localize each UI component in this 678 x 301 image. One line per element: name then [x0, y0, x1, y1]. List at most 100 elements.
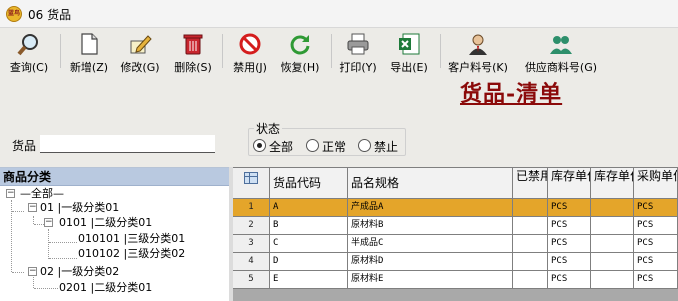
- printer-icon: [347, 33, 369, 55]
- supplier-part-no-button[interactable]: 供应商料号(G): [518, 30, 604, 74]
- title-bar: 蓝鸟 06 货品: [0, 0, 678, 28]
- col-header-code[interactable]: 货品代码: [270, 168, 348, 199]
- cell-disabled[interactable]: [513, 217, 548, 235]
- grid-header-row: 货品代码 品名规格 已禁用 库存单位 库存单位2 采购单位: [233, 168, 678, 199]
- cell-code[interactable]: A: [270, 199, 348, 217]
- query-button[interactable]: 查询(C): [6, 30, 52, 74]
- cell-unit[interactable]: PCS: [548, 253, 591, 271]
- new-button[interactable]: 新增(Z): [66, 30, 112, 74]
- cell-name[interactable]: 原材料D: [348, 253, 513, 271]
- table-row[interactable]: 3 C 半成品C PCS PCS: [233, 235, 678, 253]
- tree-collapse-toggle[interactable]: −: [44, 218, 53, 227]
- cell-disabled[interactable]: [513, 253, 548, 271]
- row-number: 5: [233, 271, 270, 289]
- cell-name[interactable]: 原材料E: [348, 271, 513, 289]
- tree-node-all[interactable]: —全部—: [20, 187, 64, 200]
- cell-disabled[interactable]: [513, 235, 548, 253]
- status-caption: 状态: [254, 120, 283, 137]
- col-header-unit[interactable]: 库存单位: [548, 168, 591, 199]
- status-radio-normal[interactable]: 正常: [306, 138, 352, 154]
- tree-guide: [12, 272, 24, 273]
- status-radio-all[interactable]: 全部: [253, 138, 299, 154]
- edit-pencil-icon: [130, 35, 152, 54]
- grid-corner[interactable]: [233, 168, 270, 199]
- table-row[interactable]: 5 E 原材料E PCS PCS: [233, 271, 678, 289]
- cell-disabled[interactable]: [513, 271, 548, 289]
- refresh-icon: [290, 35, 310, 55]
- tree-guide: [12, 211, 24, 212]
- tree-node-level3[interactable]: 010101 |三级分类01: [78, 232, 185, 245]
- cell-code[interactable]: D: [270, 253, 348, 271]
- cell-unit2[interactable]: [591, 271, 634, 289]
- tree-collapse-toggle[interactable]: −: [28, 203, 37, 212]
- tree-node-level2[interactable]: 0101 |二级分类01: [59, 216, 152, 229]
- col-header-purchase-unit[interactable]: 采购单位: [634, 168, 678, 199]
- cell-unit[interactable]: PCS: [548, 271, 591, 289]
- tree-guide: [49, 258, 77, 259]
- item-filter-input[interactable]: [40, 135, 215, 153]
- category-panel-title: 商品分类: [0, 168, 229, 186]
- print-button[interactable]: 打印(Y): [335, 30, 381, 74]
- tree-guide: [49, 242, 77, 243]
- delete-button-label: 删除(S): [174, 61, 212, 74]
- cell-purchase-unit[interactable]: PCS: [634, 271, 678, 289]
- cell-unit[interactable]: PCS: [548, 217, 591, 235]
- print-button-label: 打印(Y): [339, 61, 377, 74]
- cell-unit[interactable]: PCS: [548, 199, 591, 217]
- cell-name[interactable]: 原材料B: [348, 217, 513, 235]
- cell-name[interactable]: 产成品A: [348, 199, 513, 217]
- prohibited-icon: [239, 33, 261, 55]
- customer-part-no-button[interactable]: 客户料号(K): [444, 30, 512, 74]
- cell-purchase-unit[interactable]: PCS: [634, 199, 678, 217]
- page-title: 货品-清单: [460, 81, 563, 107]
- table-row[interactable]: 4 D 原材料D PCS PCS: [233, 253, 678, 271]
- cell-code[interactable]: C: [270, 235, 348, 253]
- cell-unit2[interactable]: [591, 199, 634, 217]
- cell-unit[interactable]: PCS: [548, 235, 591, 253]
- disable-button[interactable]: 禁用(J): [228, 30, 272, 74]
- table-row[interactable]: 1 A 产成品A PCS PCS: [233, 199, 678, 217]
- tree-collapse-toggle[interactable]: −: [6, 189, 15, 198]
- cell-purchase-unit[interactable]: PCS: [634, 217, 678, 235]
- tree-node-level1[interactable]: 02 |一级分类02: [40, 265, 119, 278]
- grid-settings-icon: [244, 172, 258, 184]
- delete-button[interactable]: 删除(S): [169, 30, 217, 74]
- magnifier-icon: [17, 34, 38, 56]
- table-row[interactable]: 2 B 原材料B PCS PCS: [233, 217, 678, 235]
- cell-unit2[interactable]: [591, 235, 634, 253]
- export-button-label: 导出(E): [390, 61, 428, 74]
- window-title: 06 货品: [28, 8, 72, 22]
- toolbar-separator: [60, 34, 61, 68]
- cell-unit2[interactable]: [591, 217, 634, 235]
- cell-code[interactable]: E: [270, 271, 348, 289]
- tree-node-level3[interactable]: 010102 |三级分类02: [78, 247, 185, 260]
- cell-purchase-unit[interactable]: PCS: [634, 253, 678, 271]
- cell-name[interactable]: 半成品C: [348, 235, 513, 253]
- radio-dot: [306, 139, 319, 152]
- status-radio-all-label: 全部: [269, 140, 294, 154]
- new-button-label: 新增(Z): [69, 61, 109, 74]
- export-button[interactable]: 导出(E): [386, 30, 432, 74]
- row-number: 3: [233, 235, 270, 253]
- col-header-disabled[interactable]: 已禁用: [513, 168, 548, 199]
- category-panel: 商品分类 − —全部— − 01 |一级分类01 − 0101 |二级分类01 …: [0, 167, 229, 301]
- edit-button[interactable]: 修改(G): [116, 30, 164, 74]
- cell-code[interactable]: B: [270, 217, 348, 235]
- tree-node-level1[interactable]: 01 |一级分类01: [40, 201, 119, 214]
- tree-guide: [34, 288, 58, 289]
- cell-unit2[interactable]: [591, 253, 634, 271]
- cell-disabled[interactable]: [513, 199, 548, 217]
- col-header-name[interactable]: 品名规格: [348, 168, 513, 199]
- excel-icon: [399, 33, 420, 55]
- restore-button[interactable]: 恢复(H): [276, 30, 324, 74]
- status-radio-disabled[interactable]: 禁止: [358, 138, 404, 154]
- col-header-unit2[interactable]: 库存单位2: [591, 168, 634, 199]
- query-button-label: 查询(C): [9, 61, 49, 74]
- edit-button-label: 修改(G): [120, 61, 160, 74]
- tree-node-level2[interactable]: 0201 |二级分类01: [59, 281, 152, 294]
- radio-dot: [358, 139, 371, 152]
- row-number: 1: [233, 199, 270, 217]
- tree-collapse-toggle[interactable]: −: [28, 267, 37, 276]
- tree-guide: [33, 216, 34, 224]
- cell-purchase-unit[interactable]: PCS: [634, 235, 678, 253]
